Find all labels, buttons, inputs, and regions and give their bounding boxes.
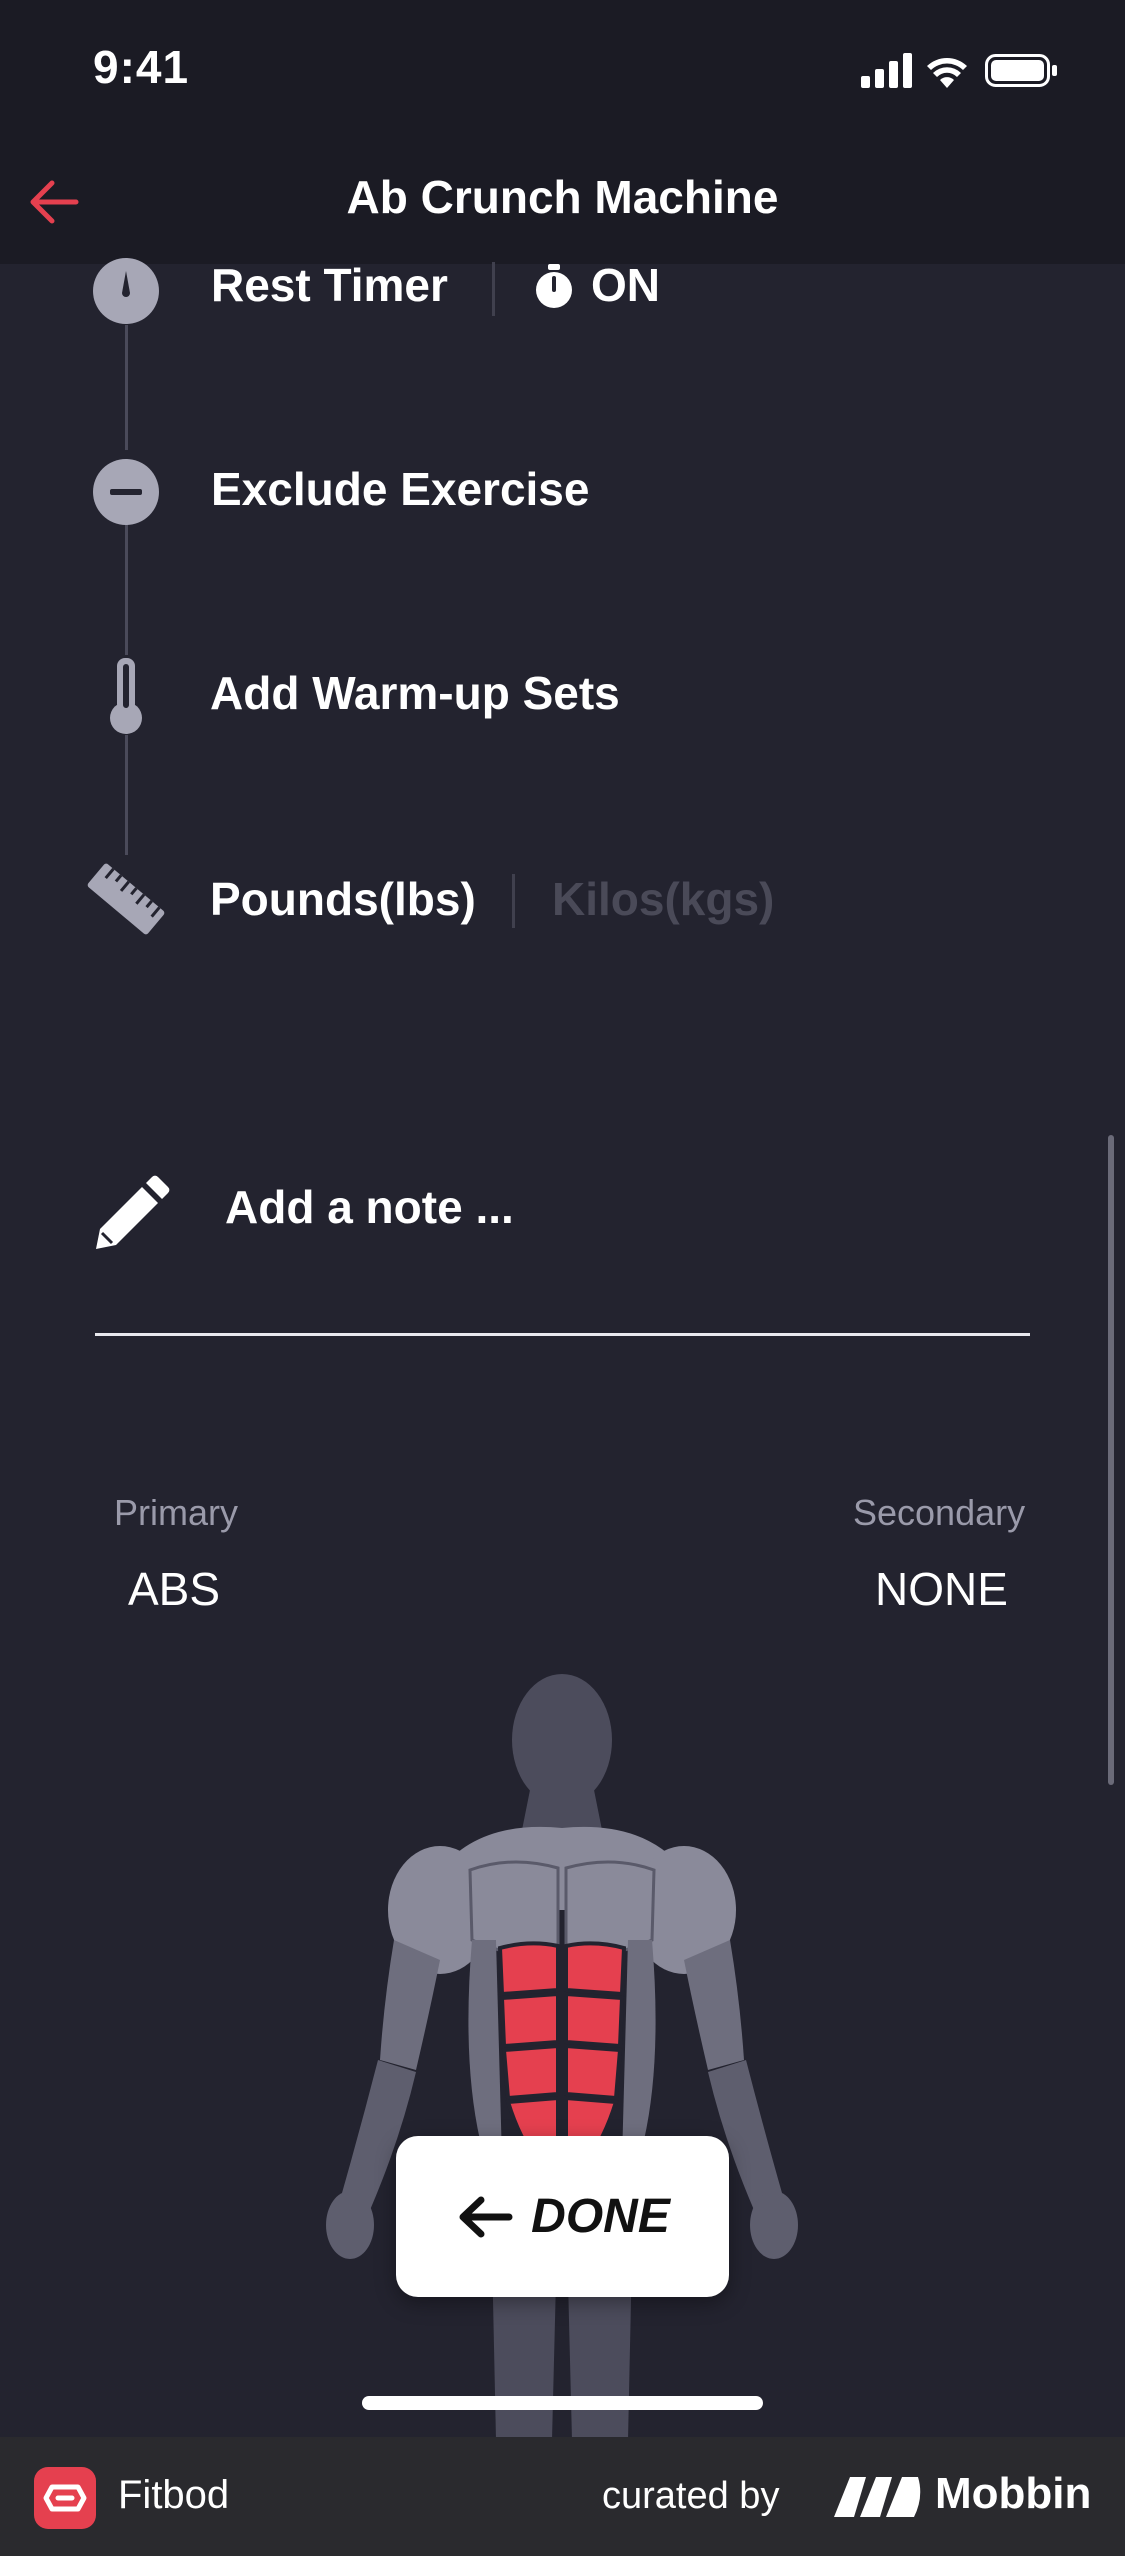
- primary-muscle-value: ABS: [128, 1563, 221, 1615]
- divider: [512, 874, 515, 928]
- curated-by-text: curated by: [602, 2475, 780, 2517]
- divider: [492, 262, 495, 316]
- thermometer-icon: [108, 658, 144, 741]
- status-bar: 9:41: [0, 0, 1125, 140]
- signal-icon: [861, 53, 912, 88]
- rest-timer-state[interactable]: ON: [591, 258, 660, 312]
- pencil-icon: [90, 1175, 170, 1260]
- status-time: 9:41: [93, 41, 190, 93]
- timeline-connector: [125, 525, 128, 655]
- timeline-connector: [125, 735, 128, 855]
- pounds-option[interactable]: Pounds(lbs): [210, 872, 476, 926]
- wifi-icon: [927, 58, 967, 88]
- scrollbar[interactable]: [1108, 1135, 1114, 1785]
- timeline-connector: [125, 325, 128, 450]
- done-button[interactable]: DONE: [396, 2136, 729, 2297]
- secondary-muscle-value: NONE: [875, 1563, 1008, 1615]
- app-name: Fitbod: [118, 2473, 230, 2517]
- ruler-icon: [85, 860, 167, 943]
- mobbin-brand: Mobbin: [935, 2469, 1092, 2518]
- primary-muscle-label: Primary: [114, 1492, 238, 1533]
- status-icons: [861, 50, 1061, 95]
- footer-bar: Fitbod curated by Mobbin: [0, 2437, 1125, 2556]
- secondary-muscle-label: Secondary: [853, 1492, 1026, 1533]
- stopwatch-icon: [534, 264, 574, 315]
- page-title: Ab Crunch Machine: [346, 171, 779, 223]
- muscle-map-figure: [290, 1640, 830, 2445]
- home-indicator[interactable]: [362, 2396, 763, 2410]
- note-underline: [95, 1333, 1030, 1336]
- kilos-option[interactable]: Kilos(kgs): [552, 872, 774, 926]
- battery-icon: [985, 54, 1057, 87]
- exclude-icon: [92, 458, 160, 531]
- add-warmup-sets-button[interactable]: Add Warm-up Sets: [210, 666, 620, 720]
- timer-icon: [92, 257, 160, 330]
- rest-timer-label[interactable]: Rest Timer: [211, 258, 448, 312]
- done-label: DONE: [531, 2190, 670, 2243]
- add-note-input[interactable]: Add a note ...: [225, 1180, 514, 1234]
- mobbin-logo-icon: [830, 2471, 926, 2526]
- nav-bar: Ab Crunch Machine: [0, 140, 1125, 264]
- exclude-exercise-button[interactable]: Exclude Exercise: [211, 462, 589, 516]
- fitbod-logo-icon: [34, 2467, 96, 2529]
- arrow-left-icon: [459, 2196, 513, 2237]
